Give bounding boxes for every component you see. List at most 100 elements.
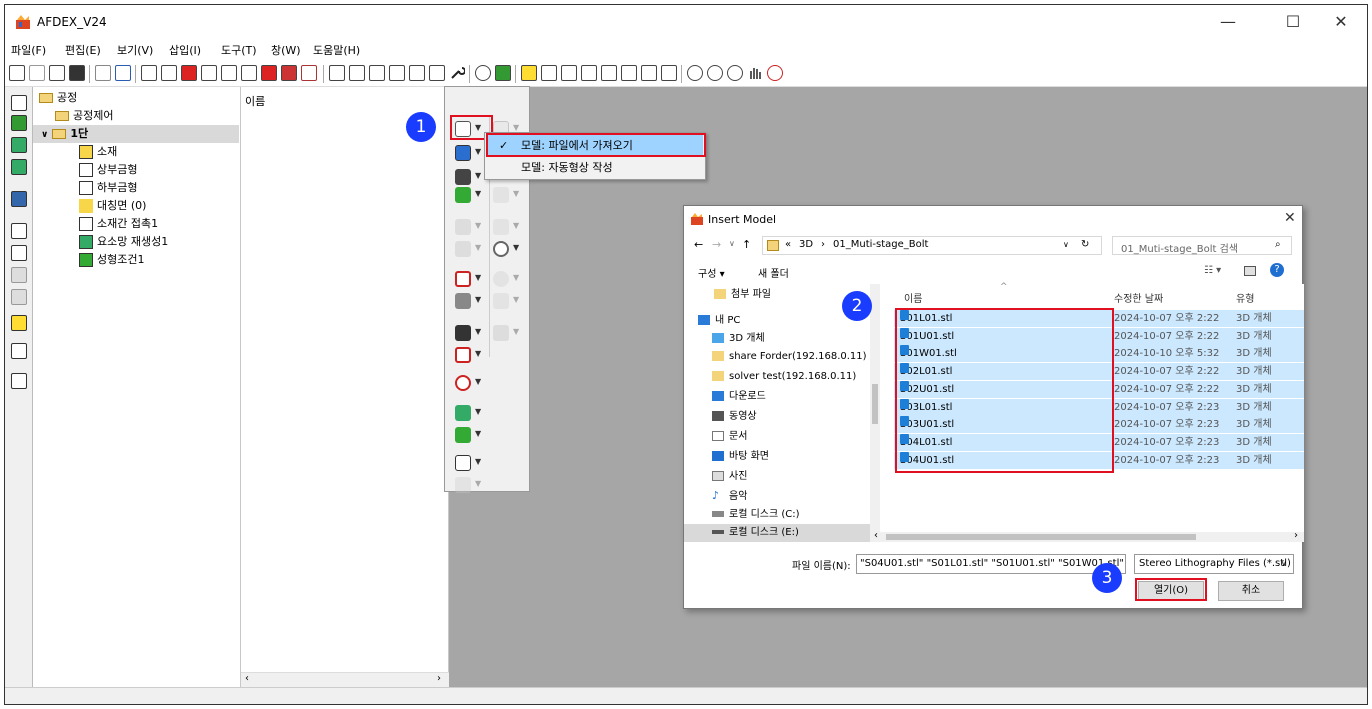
cube-outline-icon[interactable] — [621, 65, 637, 81]
search-input[interactable]: 01_Muti-stage_Bolt 검색 ⌕ — [1112, 236, 1292, 255]
horizontal-scrollbar[interactable]: ‹ › — [241, 672, 449, 687]
new-file-icon[interactable] — [9, 65, 25, 81]
forward-arrow-icon[interactable]: → — [712, 238, 721, 251]
nav-item[interactable]: 바탕 화면 — [712, 448, 769, 466]
tree-item-symmetry[interactable]: 대칭면 (0) — [79, 197, 146, 215]
nav-item[interactable]: 첨부 파일 — [714, 286, 771, 304]
column-header-type[interactable]: 유형 — [1236, 290, 1254, 305]
transform-button[interactable]: ▼ — [453, 185, 483, 205]
palette-button-disabled[interactable]: ▼ — [491, 291, 521, 311]
tree-item-remesh[interactable]: 요소망 재생성1 — [79, 233, 168, 251]
mesh-view-icon[interactable] — [389, 65, 405, 81]
nav-item[interactable]: 내 PC — [698, 312, 740, 330]
nav-item[interactable]: 사진 — [712, 468, 747, 486]
mesh-view-icon[interactable] — [409, 65, 425, 81]
press-button[interactable]: ▼ — [453, 345, 483, 365]
dialog-close-button[interactable]: ✕ — [1284, 210, 1296, 226]
nav-item[interactable]: 다운로드 — [712, 388, 766, 406]
nav-item[interactable]: 동영상 — [712, 408, 757, 426]
organize-button[interactable]: 구성 ▾ — [698, 265, 725, 280]
rotate-view-icon[interactable] — [767, 65, 783, 81]
wrench-icon[interactable] — [449, 65, 466, 81]
model-icon[interactable] — [11, 115, 27, 131]
breadcrumb-overflow[interactable]: « — [785, 239, 791, 250]
mesh-view-icon[interactable] — [349, 65, 365, 81]
nav-item[interactable]: 로컬 디스크 (C:) — [712, 506, 800, 524]
breadcrumb-3d[interactable]: 3D — [799, 239, 813, 250]
palette-button-disabled[interactable]: ▼ — [491, 323, 521, 343]
column-header-name[interactable]: 이름 — [904, 290, 922, 305]
cube-view-red-icon[interactable] — [261, 65, 277, 81]
display-icon[interactable] — [11, 191, 27, 207]
palette-button-disabled[interactable]: ▼ — [491, 185, 521, 205]
refresh-icon[interactable]: ↻ — [1081, 239, 1089, 250]
filename-input[interactable]: "S04U01.stl" "S01L01.stl" "S01U01.stl" "… — [856, 554, 1126, 574]
palette-button-disabled[interactable]: ▼ — [491, 217, 521, 237]
nav-item[interactable]: solver test(192.168.0.11) — [712, 368, 856, 386]
nav-item[interactable]: share Forder(192.168.0.11) — [712, 348, 867, 366]
mesh-view-icon[interactable] — [429, 65, 445, 81]
mesh-view-icon[interactable] — [369, 65, 385, 81]
color-model-button[interactable]: ▼ — [453, 143, 483, 163]
new-folder-button[interactable]: 새 폴더 — [758, 265, 789, 280]
tree-item-process-control[interactable]: 공정제어 — [55, 107, 113, 125]
mesh-view-icon[interactable] — [329, 65, 345, 81]
up-arrow-icon[interactable]: ↑ — [742, 238, 751, 251]
zoom-fit-icon[interactable] — [687, 65, 703, 81]
ring-button[interactable]: ▼ — [491, 239, 521, 259]
nav-scrollbar[interactable] — [870, 284, 880, 540]
menu-file[interactable]: 파일(F) — [11, 42, 46, 58]
checklist-icon[interactable] — [11, 373, 27, 389]
zoom-in-icon[interactable] — [707, 65, 723, 81]
scroll-left-icon[interactable]: ‹ — [874, 530, 878, 541]
cube-outline-icon[interactable] — [601, 65, 617, 81]
preview-pane-icon[interactable] — [1244, 266, 1256, 276]
maximize-button[interactable]: ☐ — [1273, 11, 1313, 33]
contact-button[interactable]: ▼ — [453, 269, 483, 289]
tree-view-icon[interactable] — [11, 95, 27, 111]
recent-dropdown-icon[interactable]: ∨ — [729, 239, 735, 248]
remesh-button[interactable]: ▼ — [453, 403, 483, 423]
step-button[interactable]: ▼ — [453, 453, 483, 473]
yellow-cube-icon[interactable] — [521, 65, 537, 81]
temperature-button[interactable]: ▼ — [453, 373, 483, 393]
nav-item[interactable]: 문서 — [712, 428, 747, 446]
cube-outline-icon[interactable] — [541, 65, 557, 81]
camera-icon[interactable] — [475, 65, 491, 81]
breadcrumb-current[interactable]: 01_Muti-stage_Bolt — [833, 239, 928, 250]
menu-edit[interactable]: 편집(E) — [65, 42, 101, 58]
export-icon[interactable] — [115, 65, 131, 81]
palette-button-disabled[interactable]: ▼ — [491, 269, 521, 289]
cube-view-icon[interactable] — [141, 65, 157, 81]
menu-view[interactable]: 보기(V) — [117, 42, 153, 58]
scroll-right-icon[interactable]: › — [437, 673, 441, 684]
address-dropdown-icon[interactable]: ∨ — [1063, 240, 1069, 249]
palette-button-disabled[interactable]: ▼ — [453, 217, 483, 237]
import-icon[interactable] — [95, 65, 111, 81]
cube-view-red-icon[interactable] — [281, 65, 297, 81]
tree-item-stage-1[interactable]: ∨ 1단 — [33, 125, 239, 143]
cube-view-icon[interactable] — [161, 65, 177, 81]
minimize-button[interactable]: — — [1208, 11, 1248, 33]
scrollbar-thumb[interactable] — [872, 384, 878, 424]
layout-icon[interactable] — [11, 223, 27, 239]
cube-view-icon[interactable] — [241, 65, 257, 81]
cancel-button[interactable]: 취소 — [1218, 581, 1284, 601]
pan-hand-icon[interactable] — [747, 65, 763, 81]
nav-item[interactable]: ♪ 음악 — [712, 488, 747, 506]
scroll-left-icon[interactable]: ‹ — [245, 673, 249, 684]
nav-item-selected[interactable]: 로컬 디스크 (E:) — [684, 524, 870, 542]
cube-outline-icon[interactable] — [661, 65, 677, 81]
menu-insert[interactable]: 삽입(I) — [169, 42, 201, 58]
save-icon[interactable] — [69, 65, 85, 81]
zoom-out-icon[interactable] — [727, 65, 743, 81]
help-icon[interactable]: ? — [1270, 263, 1284, 277]
hierarchy-icon[interactable] — [11, 245, 27, 261]
palette-button-disabled[interactable]: ▼ — [453, 475, 483, 495]
cube-view-red-icon[interactable] — [181, 65, 197, 81]
tree-item-billet[interactable]: 소재 — [79, 143, 117, 161]
cube-view-icon[interactable] — [221, 65, 237, 81]
tree-item-process[interactable]: 공정 — [39, 89, 77, 107]
back-arrow-icon[interactable]: ← — [694, 238, 703, 251]
monitor-icon[interactable] — [11, 159, 27, 175]
